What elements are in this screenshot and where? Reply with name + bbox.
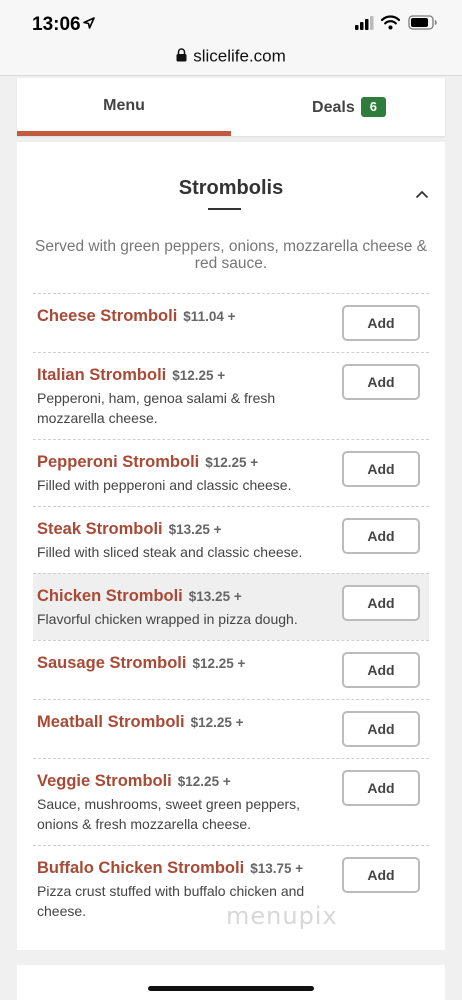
item-price: $12.25 +	[205, 455, 259, 470]
tab-menu-label: Menu	[103, 97, 145, 114]
item-price: $13.25 +	[168, 522, 222, 537]
item-price: $12.25 +	[172, 368, 226, 383]
home-indicator	[148, 986, 314, 991]
menu-tabs: Menu Deals 6	[17, 78, 445, 136]
item-name: Steak Stromboli	[37, 520, 163, 538]
menu-item[interactable]: Cheese Stromboli $11.04 + Add	[33, 293, 429, 352]
item-description: Flavorful chicken wrapped in pizza dough…	[37, 611, 298, 627]
item-price: $13.75 +	[250, 861, 304, 876]
tab-deals[interactable]: Deals 6	[231, 78, 445, 136]
item-name: Buffalo Chicken Stromboli	[37, 859, 245, 877]
menu-item[interactable]: Steak Stromboli $13.25 + Filled with slic…	[33, 506, 429, 573]
add-button[interactable]: Add	[342, 652, 420, 688]
chevron-up-icon[interactable]	[415, 190, 429, 199]
tab-menu[interactable]: Menu	[17, 78, 231, 136]
add-button[interactable]: Add	[342, 364, 420, 400]
item-name: Veggie Stromboli	[37, 772, 172, 790]
item-price: $12.25 +	[192, 656, 246, 671]
watermark: menupix	[226, 902, 338, 930]
menu-item[interactable]: Meatball Stromboli $12.25 + Add	[33, 699, 429, 758]
add-button[interactable]: Add	[342, 711, 420, 747]
item-name: Meatball Stromboli	[37, 713, 185, 731]
add-button[interactable]: Add	[342, 451, 420, 487]
item-name: Cheese Stromboli	[37, 307, 178, 325]
add-button[interactable]: Add	[342, 770, 420, 806]
item-price: $13.25 +	[188, 589, 242, 604]
item-price: $11.04 +	[183, 309, 236, 324]
item-description: Filled with pepperoni and classic cheese…	[37, 477, 292, 493]
item-name: Sausage Stromboli	[37, 654, 187, 672]
menu-item[interactable]: Chicken Stromboli $13.25 + Flavorful chic…	[33, 573, 429, 640]
item-price: $12.25 +	[177, 774, 231, 789]
title-underline	[208, 208, 241, 210]
lock-icon	[176, 48, 187, 62]
add-button[interactable]: Add	[342, 857, 420, 893]
wifi-icon	[381, 15, 400, 30]
tab-deals-label: Deals	[312, 99, 355, 116]
add-button[interactable]: Add	[342, 518, 420, 554]
location-arrow-icon	[83, 17, 95, 29]
deals-count-badge: 6	[360, 97, 386, 117]
menu-item[interactable]: Italian Stromboli $12.25 + Pepperoni, ham…	[33, 352, 429, 439]
status-bar: 13:06	[0, 0, 462, 44]
browser-url-bar[interactable]: slicelife.com	[0, 44, 462, 76]
menu-items-list: Cheese Stromboli $11.04 + Add Italian Str…	[33, 293, 429, 937]
section-title: Strombolis	[178, 177, 284, 199]
item-description: Pepperoni, ham, genoa salami & fresh moz…	[37, 390, 276, 426]
strombolis-section: Strombolis Served with green peppers, on…	[17, 142, 445, 950]
menu-item[interactable]: Sausage Stromboli $12.25 + Add	[33, 640, 429, 699]
item-name: Pepperoni Stromboli	[37, 453, 200, 471]
add-button[interactable]: Add	[342, 585, 420, 621]
battery-icon	[408, 15, 437, 30]
section-description: Served with green peppers, onions, mozza…	[34, 238, 428, 272]
next-section-card	[17, 965, 445, 1000]
add-button[interactable]: Add	[342, 305, 420, 341]
menu-item[interactable]: Pepperoni Stromboli $12.25 + Filled with …	[33, 439, 429, 506]
status-time: 13:06	[32, 14, 81, 35]
signal-icon	[355, 16, 374, 30]
item-description: Filled with sliced steak and classic che…	[37, 544, 303, 560]
url-text: slicelife.com	[193, 46, 286, 66]
menu-item[interactable]: Veggie Stromboli $12.25 + Sauce, mushroom…	[33, 758, 429, 845]
item-description: Sauce, mushrooms, sweet green peppers, o…	[37, 796, 301, 832]
item-price: $12.25 +	[190, 715, 244, 730]
item-name: Chicken Stromboli	[37, 587, 183, 605]
item-name: Italian Stromboli	[37, 366, 167, 384]
